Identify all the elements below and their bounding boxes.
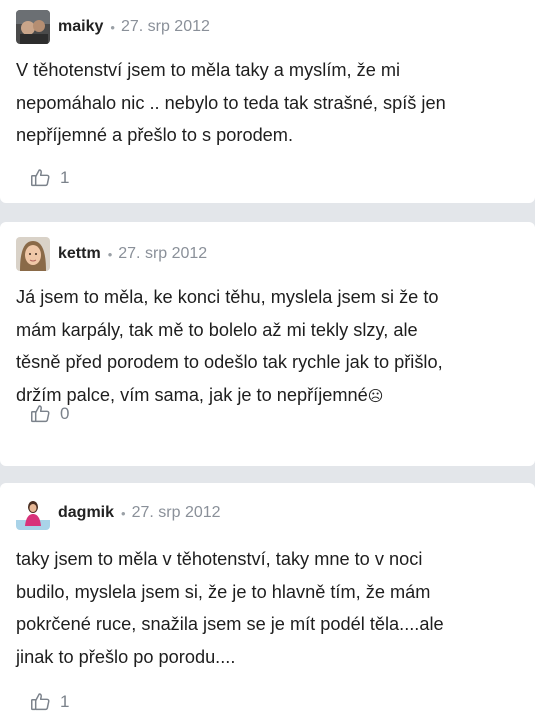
separator-dot: •	[110, 19, 115, 35]
comment-header: dagmik • 27. srp 2012	[16, 496, 221, 530]
like-count: 1	[60, 691, 70, 711]
comment-card: kettm • 27. srp 2012 Já jsem to měla, ke…	[0, 222, 535, 466]
comment-date: 27. srp 2012	[118, 245, 208, 262]
comment-header: maiky • 27. srp 2012	[16, 10, 210, 44]
comment-text: taky jsem to měla v těhotenství, taky mn…	[16, 549, 444, 667]
username[interactable]: maiky	[58, 18, 103, 36]
thumbs-up-icon	[30, 403, 51, 424]
frown-emoji: ☹	[367, 386, 384, 405]
comment-text: V těhotenství jsem to měla taky a myslím…	[16, 60, 446, 145]
user-avatar[interactable]	[16, 10, 50, 44]
separator-dot: •	[121, 505, 126, 521]
like-button[interactable]: 1	[30, 691, 69, 712]
separator-dot: •	[107, 246, 113, 262]
like-button[interactable]: 1	[30, 167, 69, 188]
like-count: 1	[60, 167, 70, 187]
user-avatar[interactable]	[16, 237, 50, 271]
comment-date: 27. srp 2012	[120, 18, 210, 35]
comment-date: 27. srp 2012	[131, 504, 221, 521]
user-avatar[interactable]	[16, 496, 50, 530]
thumbs-up-icon	[30, 167, 51, 188]
comment-text: Já jsem to měla, ke konci těhu, myslela …	[16, 281, 523, 412]
comment-header: kettm • 27. srp 2012	[16, 237, 207, 271]
comment-card: maiky • 27. srp 2012 V těhotenství jsem …	[0, 0, 535, 203]
username[interactable]: dagmik	[58, 504, 114, 522]
like-count: 0	[60, 403, 70, 423]
like-button[interactable]: 0	[30, 403, 69, 424]
comment-card: dagmik • 27. srp 2012 taky jsem to měla …	[0, 483, 535, 728]
username[interactable]: kettm	[58, 245, 101, 263]
thumbs-up-icon	[30, 691, 51, 712]
